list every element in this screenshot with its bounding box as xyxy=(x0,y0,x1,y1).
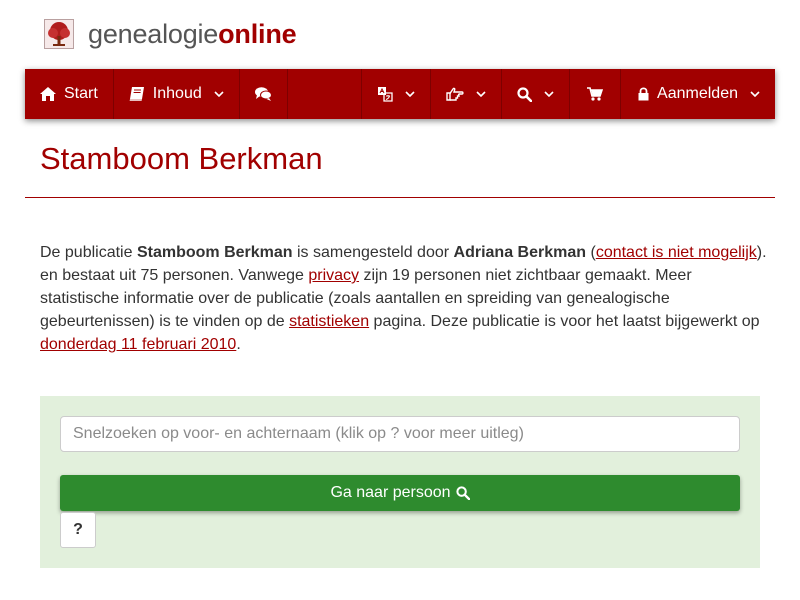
page-title: Stamboom Berkman xyxy=(40,141,323,176)
chevron-down-icon xyxy=(750,91,760,97)
shopping-cart-icon xyxy=(587,87,604,101)
book-icon xyxy=(129,87,144,101)
statistics-link[interactable]: statistieken xyxy=(289,313,369,330)
search-help-button[interactable]: ? xyxy=(60,512,96,548)
tree-logo-icon xyxy=(44,19,74,49)
nav-start[interactable]: Start xyxy=(25,69,114,119)
chevron-down-icon xyxy=(405,91,415,97)
lock-icon xyxy=(638,87,649,101)
publication-intro: De publicatie Stamboom Berkman is sameng… xyxy=(40,241,770,356)
language-icon xyxy=(378,87,393,102)
intro-text: pagina. Deze publicatie is voor het laat… xyxy=(369,313,760,330)
go-to-person-label: Ga naar persoon xyxy=(330,484,451,501)
intro-text: De publicatie xyxy=(40,244,137,261)
title-divider xyxy=(25,197,775,198)
chevron-down-icon xyxy=(214,91,224,97)
privacy-link[interactable]: privacy xyxy=(308,267,359,284)
comments-icon xyxy=(254,87,272,101)
chevron-down-icon xyxy=(544,91,554,97)
main-navbar: Start Inhoud Aanmelden xyxy=(25,69,775,119)
nav-language[interactable] xyxy=(361,69,432,119)
search-icon xyxy=(455,486,470,500)
nav-inhoud-label: Inhoud xyxy=(152,85,202,102)
nav-search[interactable] xyxy=(502,69,571,119)
nav-login-label: Aanmelden xyxy=(657,85,738,102)
nav-inhoud[interactable]: Inhoud xyxy=(114,69,240,119)
last-updated-link[interactable]: donderdag 11 februari 2010 xyxy=(40,336,236,353)
hand-pointer-icon xyxy=(446,87,464,101)
go-to-person-button[interactable]: Ga naar persoon xyxy=(60,475,740,511)
nav-cart[interactable] xyxy=(570,69,622,119)
nav-chat[interactable] xyxy=(240,69,288,119)
contact-link[interactable]: contact is niet mogelijk xyxy=(596,244,757,261)
nav-login[interactable]: Aanmelden xyxy=(621,69,775,119)
intro-text: is samengesteld door xyxy=(292,244,454,261)
brand-name-part1: genealogie xyxy=(88,19,219,49)
quick-search-panel: Ga naar persoon ? xyxy=(40,396,760,568)
intro-text: ( xyxy=(586,244,596,261)
nav-hand[interactable] xyxy=(431,69,503,119)
brand-name-part2: online xyxy=(218,19,297,49)
quick-search-input[interactable] xyxy=(60,416,740,452)
home-icon xyxy=(40,87,56,101)
author-name: Adriana Berkman xyxy=(453,244,587,261)
search-icon xyxy=(517,86,533,102)
intro-text: . xyxy=(236,336,241,353)
brand[interactable]: genealogieonline xyxy=(44,18,297,50)
nav-start-label: Start xyxy=(64,85,98,102)
chevron-down-icon xyxy=(476,91,486,97)
publication-name: Stamboom Berkman xyxy=(136,244,293,261)
brand-name: genealogieonline xyxy=(88,18,297,50)
